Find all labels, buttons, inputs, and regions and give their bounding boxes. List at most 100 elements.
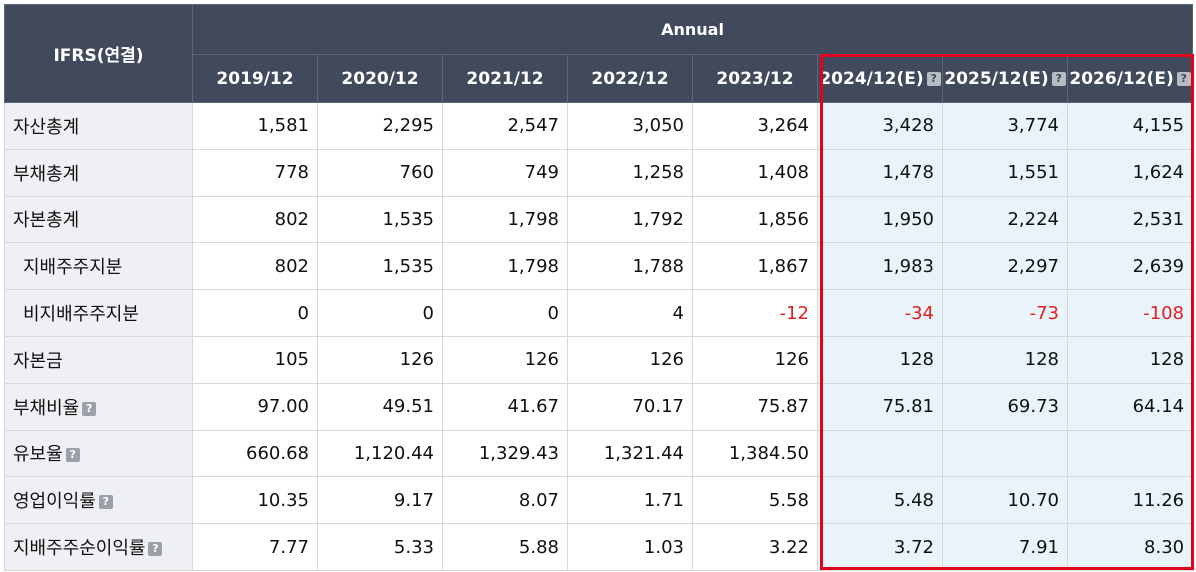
value-cell: 4,155 <box>1066 102 1194 150</box>
financial-table: IFRS(연결) Annual 2019/12 2020/12 2021/12 202… <box>4 4 1194 571</box>
value-cell: 126 <box>692 335 818 384</box>
value-cell: 1,792 <box>567 195 693 244</box>
value-cell: 0 <box>192 289 318 337</box>
row-label: 지배주주순이익률 <box>13 538 146 560</box>
value-cell: 41.67 <box>442 382 568 431</box>
row-label-cell: 영업이익률? <box>4 476 193 525</box>
value-cell: 778 <box>192 148 318 197</box>
value-cell: 5.88 <box>442 523 568 571</box>
value-cell: 1.03 <box>567 523 693 571</box>
table-row: 자본총계 802 1,535 1,798 1,792 1,856 1,950 2,224 2,5… <box>4 195 1194 244</box>
period-label: 2020/12 <box>341 68 419 89</box>
table-row: 영업이익률? 10.35 9.17 8.07 1.71 5.58 5.48 10.70 11.2… <box>4 476 1194 525</box>
table-row: 부채총계 778 760 749 1,258 1,408 1,478 1,551 1,624 <box>4 148 1194 197</box>
value-cell <box>1066 429 1194 478</box>
value-cell: 3,428 <box>817 102 943 150</box>
row-label: 영업이익률 <box>13 491 96 513</box>
row-label: 자본총계 <box>13 210 80 232</box>
value-cell <box>942 429 1068 478</box>
row-label: 지배주주지분 <box>23 257 123 279</box>
value-cell: 128 <box>817 335 943 384</box>
row-label-cell: 지배주주순이익률? <box>4 523 193 571</box>
value-cell <box>817 429 943 478</box>
value-cell: 70.17 <box>567 382 693 431</box>
value-cell: 1.71 <box>567 476 693 525</box>
value-cell: 1,329.43 <box>442 429 568 478</box>
value-cell: 128 <box>942 335 1068 384</box>
help-icon[interactable]: ? <box>1176 71 1191 86</box>
value-cell: 3.72 <box>817 523 943 571</box>
value-cell: 1,321.44 <box>567 429 693 478</box>
value-cell: 2,224 <box>942 195 1068 244</box>
period-header-3: 2022/12 <box>567 54 693 103</box>
value-cell: 1,408 <box>692 148 818 197</box>
value-cell: -73 <box>942 289 1068 337</box>
value-cell: 1,535 <box>317 242 443 291</box>
table-body: 자산총계 1,581 2,295 2,547 3,050 3,264 3,428 3,774 4… <box>4 102 1194 571</box>
value-cell: 3.22 <box>692 523 818 571</box>
value-cell: -12 <box>692 289 818 337</box>
value-cell: -108 <box>1066 289 1194 337</box>
row-label-cell: 자본총계 <box>4 195 193 244</box>
value-cell: 2,547 <box>442 102 568 150</box>
table-row: 자산총계 1,581 2,295 2,547 3,050 3,264 3,428 3,774 4… <box>4 102 1194 150</box>
value-cell: 1,581 <box>192 102 318 150</box>
value-cell: 760 <box>317 148 443 197</box>
period-label: 2021/12 <box>466 68 544 89</box>
period-header-6: 2025/12(E)? <box>942 54 1068 103</box>
period-header-2: 2021/12 <box>442 54 568 103</box>
row-label: 유보율 <box>13 444 63 466</box>
value-cell: 2,297 <box>942 242 1068 291</box>
value-cell: 1,950 <box>817 195 943 244</box>
value-cell: 1,798 <box>442 242 568 291</box>
value-cell: 97.00 <box>192 382 318 431</box>
period-label: 2019/12 <box>216 68 294 89</box>
period-label: 2026/12(E) <box>1069 68 1174 89</box>
value-cell: 1,788 <box>567 242 693 291</box>
value-cell: 1,867 <box>692 242 818 291</box>
value-cell: 126 <box>567 335 693 384</box>
value-cell: 4 <box>567 289 693 337</box>
value-cell: 1,120.44 <box>317 429 443 478</box>
row-label-cell: 자산총계 <box>4 102 193 150</box>
value-cell: 1,535 <box>317 195 443 244</box>
value-cell: 126 <box>442 335 568 384</box>
row-label: 부채비율 <box>13 397 80 419</box>
table-row: 부채비율? 97.00 49.51 41.67 70.17 75.87 75.81 69.73… <box>4 382 1194 431</box>
help-icon[interactable]: ? <box>1051 71 1066 86</box>
row-label-cell: 비지배주주지분 <box>4 289 193 337</box>
value-cell: 128 <box>1066 335 1194 384</box>
value-cell: 1,983 <box>817 242 943 291</box>
value-cell: 10.35 <box>192 476 318 525</box>
value-cell: 75.87 <box>692 382 818 431</box>
table-row: 지배주주순이익률? 7.77 5.33 5.88 1.03 3.22 3.72 7.91 8.3… <box>4 523 1194 571</box>
help-icon[interactable]: ? <box>82 401 97 416</box>
period-header-4: 2023/12 <box>692 54 818 103</box>
row-label-cell: 지배주주지분 <box>4 242 193 291</box>
row-label-cell: 부채비율? <box>4 382 193 431</box>
help-icon[interactable]: ? <box>98 495 113 510</box>
value-cell: 2,531 <box>1066 195 1194 244</box>
value-cell: 3,264 <box>692 102 818 150</box>
row-label: 비지배주주지분 <box>23 304 139 326</box>
help-icon[interactable]: ? <box>926 71 941 86</box>
value-cell: 9.17 <box>317 476 443 525</box>
table-row: 자본금 105 126 126 126 126 128 128 128 <box>4 335 1194 384</box>
help-icon[interactable]: ? <box>65 448 80 463</box>
value-cell: 7.91 <box>942 523 1068 571</box>
value-cell: 49.51 <box>317 382 443 431</box>
period-label: 2023/12 <box>716 68 794 89</box>
value-cell: -34 <box>817 289 943 337</box>
table-row: 비지배주주지분 0 0 0 4 -12 -34 -73 -108 <box>4 289 1194 337</box>
help-icon[interactable]: ? <box>148 542 163 557</box>
corner-label: IFRS(연결) <box>4 4 193 103</box>
value-cell: 660.68 <box>192 429 318 478</box>
value-cell: 10.70 <box>942 476 1068 525</box>
value-cell: 3,774 <box>942 102 1068 150</box>
value-cell: 11.26 <box>1066 476 1194 525</box>
value-cell: 1,624 <box>1066 148 1194 197</box>
value-cell: 7.77 <box>192 523 318 571</box>
period-label: 2022/12 <box>591 68 669 89</box>
value-cell: 1,551 <box>942 148 1068 197</box>
period-header-0: 2019/12 <box>192 54 318 103</box>
